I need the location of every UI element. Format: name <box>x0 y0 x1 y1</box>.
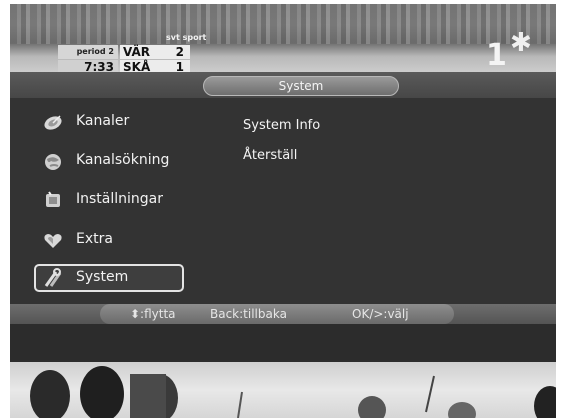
menu-item-system[interactable]: System <box>34 264 184 292</box>
help-bar: ⬍:flytta Back:tillbaka OK/>:välj <box>10 304 556 324</box>
submenu-item-aterstall[interactable]: Återställ <box>243 148 297 163</box>
main-menu: Kanaler Kanalsökning Inställningar Extra… <box>10 98 556 304</box>
broadcast-background-bottom <box>10 362 556 418</box>
broadcast-background-top: svt sport period 2 7:33 VÄR 2 SKÅ 1 1 ✱ <box>10 4 556 74</box>
satellite-dish-icon <box>44 115 62 130</box>
hockey-players-image <box>30 366 556 418</box>
menu-item-kanaler[interactable]: Kanaler <box>34 108 184 136</box>
menu-item-label: Extra <box>76 231 113 247</box>
settings-box-icon <box>46 191 60 207</box>
help-move: ⬍:flytta <box>130 307 176 321</box>
scoreboard-channel: svt sport <box>166 33 207 42</box>
help-pill: ⬍:flytta Back:tillbaka OK/>:välj <box>100 304 454 324</box>
globe-icon <box>45 154 61 170</box>
menu-item-label: Kanaler <box>76 113 130 129</box>
tv-screen: svt sport period 2 7:33 VÄR 2 SKÅ 1 1 ✱ … <box>10 4 556 418</box>
help-ok: OK/>:välj <box>352 307 409 321</box>
menu-item-installningar[interactable]: Inställningar <box>34 186 184 214</box>
scoreboard-team-home: VÄR 2 <box>120 45 190 59</box>
tools-icon <box>44 268 62 287</box>
channel-logo-icon: ✱ <box>510 28 532 58</box>
help-back: Back:tillbaka <box>210 307 287 321</box>
scoreboard-period: period 2 <box>58 45 118 59</box>
heart-icon <box>44 234 62 248</box>
team-score: 2 <box>175 45 184 59</box>
menu-title: System <box>203 76 399 96</box>
submenu-item-system-info[interactable]: System Info <box>243 118 320 133</box>
menu-item-kanalsokning[interactable]: Kanalsökning <box>34 147 184 175</box>
dark-band <box>10 324 556 362</box>
menu-item-label: Inställningar <box>76 191 164 207</box>
menu-item-extra[interactable]: Extra <box>34 226 184 254</box>
menu-title-bar: System <box>10 72 556 98</box>
menu-item-label: System <box>76 269 129 285</box>
scoreboard: svt sport period 2 7:33 VÄR 2 SKÅ 1 <box>58 33 214 74</box>
team-name: VÄR <box>123 45 150 59</box>
menu-item-label: Kanalsökning <box>76 152 170 168</box>
channel-number: 1 <box>486 38 507 73</box>
